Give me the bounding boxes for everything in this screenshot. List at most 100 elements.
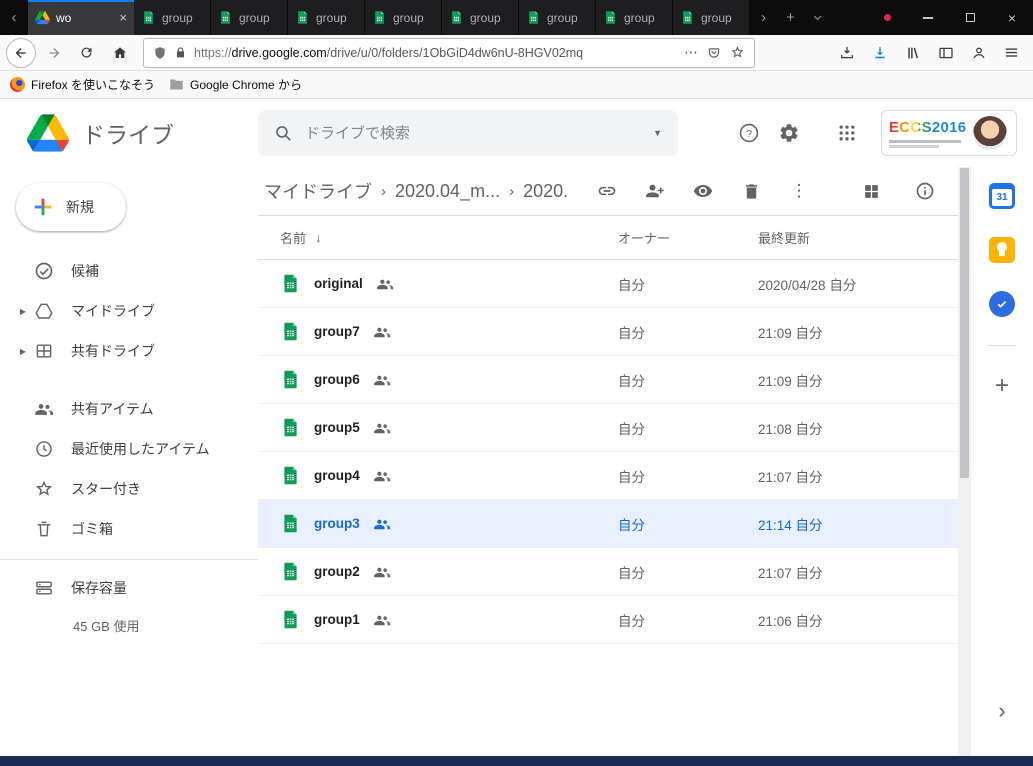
tab-group-1[interactable]: group	[134, 0, 211, 35]
browser-window: ‹ wo × group group group group group	[0, 0, 1033, 766]
home-button[interactable]	[104, 38, 135, 68]
tab-group-5[interactable]: group	[442, 0, 519, 35]
drive-logo-block[interactable]: ドライブ	[0, 114, 258, 152]
sheets-file-icon	[280, 273, 301, 294]
tab-group-4[interactable]: group	[365, 0, 442, 35]
person-add-icon	[645, 181, 665, 201]
sheets-favicon-icon	[295, 10, 310, 25]
search-options-caret-icon[interactable]: ▼	[653, 128, 662, 138]
sidebar-item-shared-drives[interactable]: ▶ 共有ドライブ	[0, 331, 258, 371]
menu-button[interactable]	[996, 38, 1027, 68]
expand-caret-icon[interactable]: ▶	[12, 347, 34, 356]
forward-button[interactable]	[38, 38, 69, 68]
downloads-button[interactable]	[864, 38, 895, 68]
file-row-group5[interactable]: group5 自分 21:08 自分	[258, 404, 958, 452]
info-button[interactable]	[906, 172, 944, 210]
tab-group-2[interactable]: group	[211, 0, 288, 35]
grid-view-button[interactable]	[852, 172, 890, 210]
breadcrumb-item[interactable]: 2020.04_m...	[395, 181, 500, 202]
expand-caret-icon[interactable]: ▶	[12, 307, 34, 316]
sidebar-icon	[938, 45, 954, 61]
maximize-button[interactable]	[949, 0, 991, 35]
scrollbar-thumb[interactable]	[960, 168, 969, 478]
delete-button[interactable]	[732, 172, 770, 210]
file-row-group6[interactable]: group6 自分 21:09 自分	[258, 356, 958, 404]
svg-text:?: ?	[746, 128, 752, 140]
sidebar-item-label: 共有ドライブ	[71, 341, 155, 361]
shared-people-icon	[373, 467, 391, 485]
new-tab-button[interactable]: +	[777, 0, 804, 35]
file-row-group2[interactable]: group2 自分 21:07 自分	[258, 548, 958, 596]
account-button[interactable]	[963, 38, 994, 68]
file-row-group3[interactable]: group3 自分 21:14 自分	[258, 500, 958, 548]
keep-icon[interactable]	[989, 237, 1015, 263]
tab-title: group	[470, 11, 511, 25]
tab-close-icon[interactable]: ×	[119, 10, 127, 25]
account-card[interactable]: ECCS2016	[881, 110, 1017, 156]
back-button[interactable]	[6, 38, 36, 68]
new-button[interactable]: 新規	[16, 183, 126, 231]
apps-grid-button[interactable]	[827, 113, 867, 153]
sidebar-toggle-button[interactable]	[930, 38, 961, 68]
column-modified[interactable]: 最終更新	[758, 228, 958, 247]
sidebar-item-recent[interactable]: 最近使用したアイテム	[0, 429, 258, 469]
sidebar-item-my-drive[interactable]: ▶ マイドライブ	[0, 291, 258, 331]
tab-group-7[interactable]: group	[596, 0, 673, 35]
column-name[interactable]: 名前 ↓	[280, 228, 618, 247]
tab-scroll-right-button[interactable]: ›	[750, 0, 777, 35]
tracking-shield-icon[interactable]	[153, 46, 167, 60]
vertical-scrollbar[interactable]	[958, 167, 971, 756]
tab-group-8[interactable]: group	[673, 0, 750, 35]
page-actions-icon[interactable]: ⋯	[684, 44, 698, 61]
avatar[interactable]	[973, 116, 1007, 150]
search-bar[interactable]: ▼	[258, 110, 678, 156]
column-owner[interactable]: オーナー	[618, 228, 758, 247]
preview-button[interactable]	[684, 172, 722, 210]
sidebar-item-priority[interactable]: 候補	[0, 251, 258, 291]
file-row-group7[interactable]: group7 自分 21:09 自分	[258, 308, 958, 356]
settings-button[interactable]	[769, 113, 809, 153]
drive-logo-icon	[27, 114, 69, 152]
close-window-button[interactable]: ×	[991, 0, 1033, 35]
share-button[interactable]	[636, 172, 674, 210]
file-row-group1[interactable]: group1 自分 21:06 自分	[258, 596, 958, 644]
breadcrumb-item[interactable]: マイドライブ	[264, 178, 372, 204]
file-row-original[interactable]: original 自分 2020/04/28 自分	[258, 260, 958, 308]
tab-title: group	[701, 11, 742, 25]
check-icon	[994, 296, 1010, 312]
tab-scroll-left-button[interactable]: ‹	[0, 0, 28, 35]
list-all-tabs-button[interactable]	[804, 0, 831, 35]
calendar-icon[interactable]: 31	[989, 183, 1015, 209]
pocket-icon[interactable]	[707, 46, 721, 60]
help-button[interactable]: ?	[729, 113, 769, 153]
more-actions-button[interactable]: ⋮	[780, 172, 818, 210]
sidebar-item-starred[interactable]: スター付き	[0, 469, 258, 509]
bookmark-firefox[interactable]: Firefox を使いこなそう	[10, 76, 155, 93]
sheets-favicon-icon	[372, 10, 387, 25]
url-bar[interactable]: https://drive.google.com/drive/u/0/folde…	[143, 38, 755, 68]
file-row-group4[interactable]: group4 自分 21:07 自分	[258, 452, 958, 500]
minimize-button[interactable]	[907, 0, 949, 35]
bookmark-folder-chrome[interactable]: Google Chrome から	[169, 76, 302, 93]
tab-active-drive[interactable]: wo ×	[28, 0, 134, 35]
get-link-button[interactable]	[588, 172, 626, 210]
add-addon-button[interactable]: +	[995, 374, 1009, 398]
reload-button[interactable]	[71, 38, 102, 68]
bookmark-star-icon[interactable]	[730, 45, 745, 60]
tasks-icon[interactable]	[989, 291, 1015, 317]
save-page-button[interactable]	[831, 38, 862, 68]
search-icon[interactable]	[274, 124, 293, 143]
file-owner: 自分	[618, 514, 758, 534]
sheets-favicon-icon	[526, 10, 541, 25]
sheets-file-icon	[280, 465, 301, 486]
lock-icon[interactable]	[174, 46, 187, 59]
sidebar-item-storage[interactable]: 保存容量	[0, 568, 258, 608]
search-input[interactable]	[305, 125, 641, 142]
tab-group-6[interactable]: group	[519, 0, 596, 35]
library-button[interactable]	[897, 38, 928, 68]
expand-rail-button[interactable]: ›	[998, 698, 1005, 724]
sidebar-item-shared-with-me[interactable]: 共有アイテム	[0, 389, 258, 429]
sidebar-item-trash[interactable]: ゴミ箱	[0, 509, 258, 549]
breadcrumb-item[interactable]: 2020.	[523, 181, 568, 202]
tab-group-3[interactable]: group	[288, 0, 365, 35]
